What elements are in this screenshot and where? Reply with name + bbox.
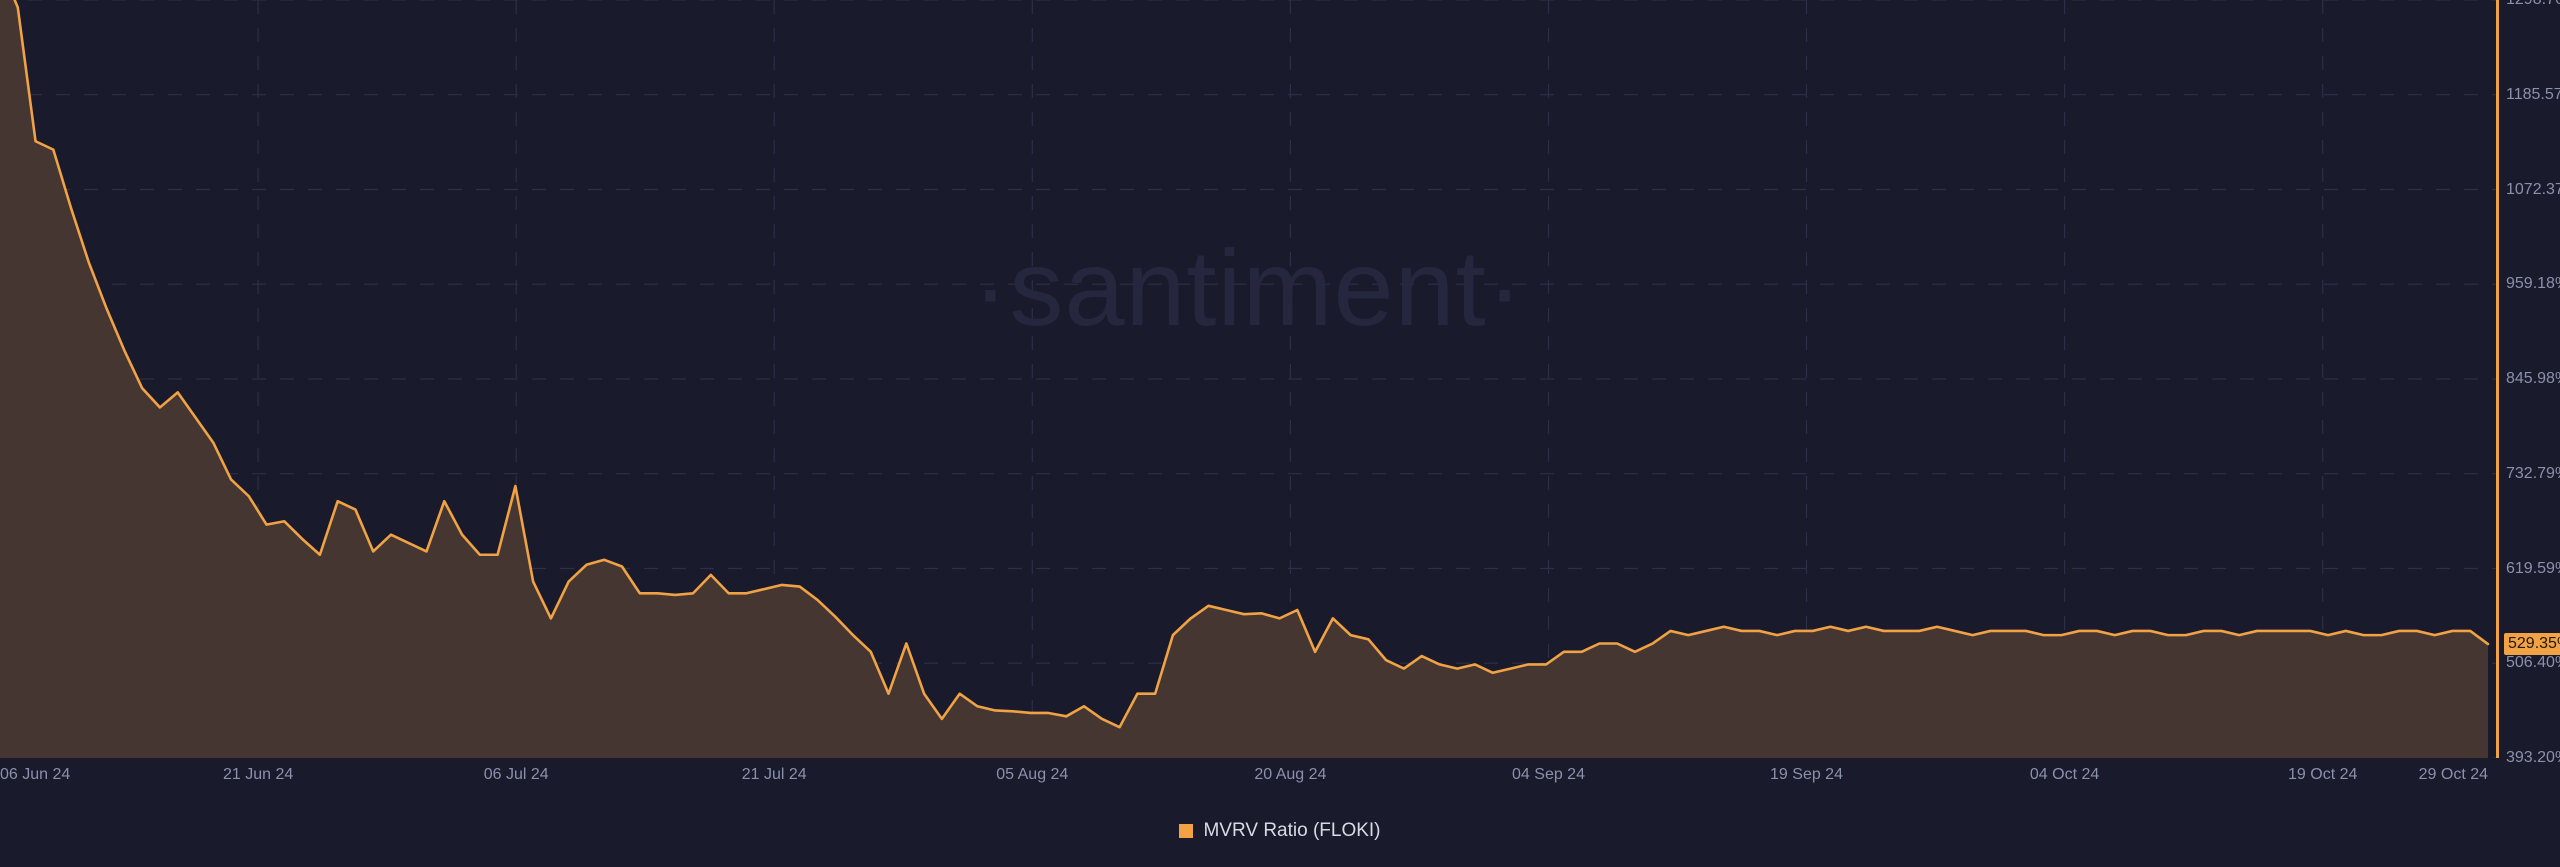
y-axis-tick-label: 1072.37% (2506, 180, 2560, 198)
y-axis-tick-label: 845.98% (2506, 370, 2560, 387)
x-axis-tick-label: 20 Aug 24 (1254, 766, 1327, 783)
x-axis-tick-label: 06 Jul 24 (483, 766, 549, 783)
y-axis-tick-label: 506.40% (2506, 654, 2560, 672)
x-axis-tick-label: 04 Oct 24 (2029, 766, 2100, 783)
current-value-badge: 529.35% (2504, 633, 2560, 655)
y-axis-tick-label: 959.18% (2506, 275, 2560, 293)
x-axis-tick-label: 21 Jun 24 (222, 766, 294, 783)
legend-label: MVRV Ratio (FLOKI) (1203, 820, 1381, 841)
chart-plot-area[interactable]: ·santiment· (0, 0, 2496, 758)
y-axis-line (2496, 0, 2499, 758)
y-axis-tick-label: 619.59% (2506, 559, 2560, 577)
y-axis-tick-label: 732.79% (2506, 464, 2560, 482)
legend-item[interactable]: MVRV Ratio (FLOKI) (1179, 820, 1381, 842)
x-axis-tick-label: 04 Sep 24 (1512, 766, 1585, 783)
square-swatch-icon (1179, 824, 1194, 838)
x-axis-tick-label: 19 Sep 24 (1770, 766, 1843, 783)
x-axis-tick-label: 06 Jun 24 (0, 766, 71, 783)
x-axis-labels: 06 Jun 24 21 Jun 24 06 Jul 24 21 Jul 24 05 A… (0, 758, 2496, 800)
x-axis-tick-label: 29 Oct 24 (2418, 766, 2488, 783)
chart-legend: MVRV Ratio (FLOKI) (0, 820, 2560, 842)
y-axis-tick-label: 393.20% (2506, 749, 2560, 766)
y-axis-labels: 1298.76% 1185.57% 1072.37% 959.18% 845.98% 73… (2504, 0, 2560, 766)
x-axis-tick-label: 21 Jul 24 (741, 766, 807, 783)
x-axis-tick-label: 05 Aug 24 (996, 766, 1069, 783)
y-axis-tick-label: 1185.57% (2506, 85, 2560, 103)
area-chart-svg (0, 0, 2496, 758)
chart-screenshot: ·santiment· 1298.76% 1185.57% 1072.37% 959.… (0, 0, 2560, 867)
x-axis-tick-label: 19 Oct 24 (2288, 766, 2358, 783)
y-axis-tick-label: 1298.76% (2506, 0, 2560, 9)
